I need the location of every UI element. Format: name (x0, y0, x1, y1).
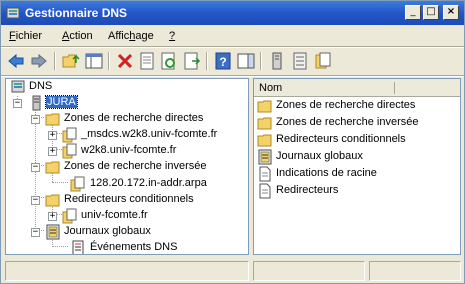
zone-icon[interactable] (313, 51, 333, 71)
maximize-button[interactable]: □ (423, 5, 439, 20)
server-icon[interactable] (267, 51, 287, 71)
refresh-icon[interactable] (159, 51, 179, 71)
tree-pane[interactable]: DNS − JURA − Zones de recherche directes… (5, 78, 249, 255)
folder-icon (45, 194, 60, 207)
zone-icon (62, 143, 77, 159)
folder-icon (257, 134, 272, 147)
document-icon (259, 183, 271, 199)
list-item-label: Redirecteurs conditionnels (276, 133, 406, 145)
toolbar: ? (1, 48, 464, 74)
tree-item-server[interactable]: − JURA (6, 95, 246, 111)
tree-label: _msdcs.w2k8.univ-fcomte.fr (81, 128, 218, 140)
tree-label: Journaux globaux (64, 225, 151, 237)
menu-affichage[interactable]: Affichage (108, 30, 154, 42)
show-hide-tree-icon[interactable] (84, 51, 104, 71)
column-resize-handle[interactable] (394, 82, 395, 94)
delete-icon[interactable] (115, 51, 135, 71)
folder-icon (257, 117, 272, 130)
list-item-label: Zones de recherche inversée (276, 116, 419, 128)
tree-item-dns-events[interactable]: Événements DNS (6, 240, 246, 254)
tree-label: univ-fcomte.fr (81, 209, 148, 221)
menu-help[interactable]: ? (169, 30, 175, 42)
column-header-name[interactable]: Nom (254, 79, 460, 97)
close-button[interactable]: × (443, 5, 459, 20)
export-list-icon[interactable] (182, 51, 202, 71)
tree-item-forward-zones[interactable]: − Zones de recherche directes (6, 111, 246, 127)
zone-icon (62, 208, 77, 224)
tree-label: JURA (45, 95, 78, 109)
log-icon (258, 149, 272, 165)
help-icon[interactable]: ? (213, 51, 233, 71)
server-icon (32, 95, 41, 111)
tree-item-global-logs[interactable]: − Journaux globaux (6, 224, 246, 240)
tree-label: Zones de recherche directes (64, 112, 204, 124)
tree-label: Redirecteurs conditionnels (64, 193, 194, 205)
folder-icon (45, 161, 60, 174)
tree-item-zone[interactable]: + univ-fcomte.fr (6, 208, 246, 224)
collapse-toggle[interactable]: − (31, 228, 40, 237)
list-item-label: Redirecteurs (276, 184, 339, 196)
list-item-label: Zones de recherche directes (276, 99, 416, 111)
menu-fichier[interactable]: Fichier (9, 30, 42, 42)
forward-arrow-icon[interactable] (29, 51, 49, 71)
up-folder-icon[interactable] (61, 51, 81, 71)
toolbar-separator (54, 52, 56, 70)
dns-manager-window: Gestionnaire DNS _ □ × Fichier Action Af… (0, 0, 465, 284)
tree-item-zone[interactable]: + _msdcs.w2k8.univ-fcomte.fr (6, 127, 246, 143)
toolbar-separator-line (1, 75, 464, 77)
document-icon (259, 166, 271, 182)
status-bar (5, 261, 461, 281)
collapse-toggle[interactable]: − (31, 163, 40, 172)
back-arrow-icon[interactable] (6, 51, 26, 71)
folder-icon (257, 100, 272, 113)
expand-toggle[interactable]: + (48, 131, 57, 140)
tree-label: DNS (29, 80, 53, 92)
tree-item-zone[interactable]: + w2k8.univ-fcomte.fr (6, 143, 246, 159)
tree-label: w2k8.univ-fcomte.fr (81, 144, 177, 156)
list-icon[interactable] (290, 51, 310, 71)
title-bar[interactable]: Gestionnaire DNS _ □ × (1, 1, 464, 25)
window-title: Gestionnaire DNS (25, 6, 128, 20)
dns-app-icon (6, 7, 20, 19)
folder-icon (45, 113, 60, 126)
action-pane-icon[interactable] (236, 51, 256, 71)
tree-label: 128.20.172.in-addr.arpa (90, 177, 207, 189)
tree-label: Événements DNS (90, 241, 178, 253)
collapse-toggle[interactable]: − (31, 196, 40, 205)
minimize-button[interactable]: _ (405, 5, 421, 20)
tree-item-reverse-zones[interactable]: − Zones de recherche inversée (6, 159, 246, 175)
tree-label: Zones de recherche inversée (64, 160, 207, 172)
expand-toggle[interactable]: + (48, 147, 57, 156)
collapse-toggle[interactable]: − (31, 115, 40, 124)
list-item-label: Indications de racine (276, 167, 377, 179)
zone-icon (70, 176, 85, 192)
collapse-toggle[interactable]: − (13, 99, 22, 108)
menu-action[interactable]: Action (62, 30, 93, 42)
expand-toggle[interactable]: + (48, 212, 57, 221)
menu-bar: Fichier Action Affichage ? (1, 27, 464, 45)
toolbar-separator (108, 52, 110, 70)
status-cell (369, 261, 461, 281)
list-pane[interactable]: Nom Zones de recherche directes Zones de… (253, 78, 461, 255)
tree-item-zone[interactable]: 128.20.172.in-addr.arpa (6, 176, 246, 192)
status-cell (5, 261, 249, 281)
log-icon (46, 224, 60, 240)
toolbar-separator (260, 52, 262, 70)
properties-icon[interactable] (137, 51, 157, 71)
status-cell (253, 261, 365, 281)
svg-text:?: ? (219, 55, 226, 69)
column-header-label: Nom (259, 82, 283, 94)
tree-item-dns[interactable]: DNS (6, 79, 246, 95)
toolbar-separator (206, 52, 208, 70)
tree-item-conditional-forwarders[interactable]: − Redirecteurs conditionnels (6, 192, 246, 208)
list-item-label: Journaux globaux (276, 150, 363, 162)
dns-icon (11, 80, 25, 93)
event-log-icon (72, 240, 84, 254)
zone-icon (62, 127, 77, 143)
